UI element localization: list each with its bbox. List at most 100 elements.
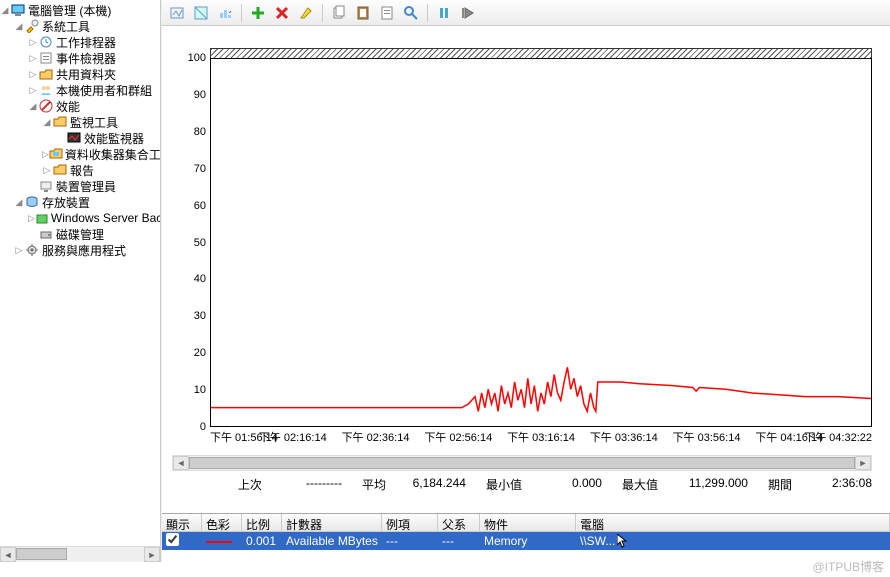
counter-row[interactable]: 0.001 Available MBytes --- --- Memory \\… [162, 532, 890, 550]
tree-device-manager[interactable]: 裝置管理員 [0, 178, 160, 194]
scroll-thumb[interactable] [189, 457, 855, 469]
counter-grid: 顯示 色彩 比例 計數器 例項 父系 物件 電腦 0.001 Available… [162, 513, 890, 562]
perf-icon [38, 98, 54, 114]
collapse-icon[interactable]: ▷ [28, 85, 38, 96]
stat-last-value: --------- [272, 476, 342, 493]
tree-local-users[interactable]: ▷本機使用者和群組 [0, 82, 160, 98]
y-tick: 10 [174, 384, 206, 396]
delete-counter-button[interactable] [271, 2, 293, 24]
y-tick: 20 [174, 347, 206, 359]
collapse-icon[interactable]: ▷ [28, 213, 35, 224]
counter-color-swatch [206, 541, 232, 543]
tree-dcs[interactable]: ▷資料收集器集合工具 [0, 146, 160, 162]
stat-min-label: 最小值 [486, 476, 522, 493]
stat-last-label: 上次 [238, 476, 262, 493]
tree-performance[interactable]: ◢效能 [0, 98, 160, 114]
collapse-icon[interactable]: ▷ [42, 149, 49, 160]
chart-header-hatch [210, 48, 872, 58]
monitor-icon [66, 130, 82, 146]
stats-row: 上次--------- 平均6,184.244 最小值0.000 最大值11,2… [210, 475, 872, 493]
paste-button[interactable] [352, 2, 374, 24]
services-icon [24, 242, 40, 258]
collapse-icon[interactable]: ▷ [28, 69, 38, 80]
tree-system-tools[interactable]: ◢系統工具 [0, 18, 160, 34]
col-parent[interactable]: 父系 [438, 514, 480, 531]
freeze-button[interactable] [433, 2, 455, 24]
chart-hscroll[interactable]: ◄ ► [172, 455, 872, 471]
report-icon [52, 162, 68, 178]
tree-panel: ◢電腦管理 (本機) ◢系統工具 ▷工作排程器 ▷事件檢視器 ▷共用資料夾 ▷本… [0, 0, 161, 562]
col-scale[interactable]: 比例 [242, 514, 282, 531]
view-log-button[interactable] [190, 2, 212, 24]
cell-scale: 0.001 [242, 534, 282, 548]
cell-computer: \\SW... [576, 534, 890, 549]
y-tick: 30 [174, 310, 206, 322]
view-current-button[interactable] [166, 2, 188, 24]
x-tick: 下午 02:36:14 [342, 429, 410, 445]
collapse-icon[interactable]: ▷ [14, 245, 24, 256]
stat-min-value: 0.000 [532, 476, 602, 493]
grid-header: 顯示 色彩 比例 計數器 例項 父系 物件 電腦 [162, 514, 890, 532]
folder-icon [52, 114, 68, 130]
x-tick: 下午 03:36:14 [590, 429, 658, 445]
tree-disk-mgmt[interactable]: 磁碟管理 [0, 226, 160, 242]
storage-icon [24, 194, 40, 210]
tree-reports[interactable]: ▷報告 [0, 162, 160, 178]
tree-monitoring-tools[interactable]: ◢監視工具 [0, 114, 160, 130]
expand-icon[interactable]: ◢ [28, 101, 38, 112]
tree-services-apps[interactable]: ▷服務與應用程式 [0, 242, 160, 258]
x-tick: 下午 03:16:14 [507, 429, 575, 445]
scroll-thumb[interactable] [16, 548, 67, 560]
folder-icon [49, 146, 63, 162]
highlight-button[interactable] [295, 2, 317, 24]
tree-hscroll[interactable]: ◄ ► [0, 546, 160, 562]
stat-avg-value: 6,184.244 [396, 476, 466, 493]
expand-icon[interactable]: ◢ [14, 21, 24, 32]
tree-perf-monitor[interactable]: 效能監視器 [0, 130, 160, 146]
tree-event-viewer[interactable]: ▷事件檢視器 [0, 50, 160, 66]
col-show[interactable]: 顯示 [162, 514, 202, 531]
expand-icon[interactable]: ◢ [42, 117, 52, 128]
scroll-right-icon[interactable]: ► [144, 547, 160, 562]
scroll-left-icon[interactable]: ◄ [0, 547, 16, 562]
device-icon [38, 178, 54, 194]
col-instance[interactable]: 例項 [382, 514, 438, 531]
scroll-right-icon[interactable]: ► [855, 456, 871, 470]
col-computer[interactable]: 電腦 [576, 514, 890, 531]
scroll-left-icon[interactable]: ◄ [173, 456, 189, 470]
cell-object: Memory [480, 534, 576, 548]
stat-dur-value: 2:36:08 [802, 476, 872, 493]
stat-avg-label: 平均 [362, 476, 386, 493]
add-counter-button[interactable] [247, 2, 269, 24]
tools-icon [24, 18, 40, 34]
expand-icon[interactable]: ◢ [14, 197, 24, 208]
cell-instance: --- [382, 534, 438, 548]
properties-button[interactable] [376, 2, 398, 24]
y-tick: 60 [174, 200, 206, 212]
collapse-icon[interactable]: ▷ [28, 37, 38, 48]
clock-icon [38, 34, 54, 50]
copy-button[interactable] [328, 2, 350, 24]
col-counter[interactable]: 計數器 [282, 514, 382, 531]
tree-root[interactable]: ◢電腦管理 (本機) [0, 2, 160, 18]
disk-icon [38, 226, 54, 242]
update-button[interactable] [457, 2, 479, 24]
x-tick: 下午 03:56:14 [673, 429, 741, 445]
y-tick: 50 [174, 237, 206, 249]
chart-canvas[interactable] [210, 58, 872, 427]
cell-counter: Available MBytes [282, 534, 382, 548]
tree-task-scheduler[interactable]: ▷工作排程器 [0, 34, 160, 50]
col-color[interactable]: 色彩 [202, 514, 242, 531]
collapse-icon[interactable]: ▷ [28, 53, 38, 64]
x-tick: 下午 02:56:14 [424, 429, 492, 445]
col-object[interactable]: 物件 [480, 514, 576, 531]
expand-icon[interactable]: ◢ [0, 5, 10, 16]
counter-show-checkbox[interactable] [166, 533, 179, 546]
zoom-button[interactable] [400, 2, 422, 24]
tree-shared-folders[interactable]: ▷共用資料夾 [0, 66, 160, 82]
tree-wsb[interactable]: ▷Windows Server Backu... [0, 210, 160, 226]
x-axis: 下午 01:56:14下午 02:16:14下午 02:36:14下午 02:5… [210, 429, 872, 449]
chart-type-button[interactable] [214, 2, 236, 24]
collapse-icon[interactable]: ▷ [42, 165, 52, 176]
tree-storage[interactable]: ◢存放裝置 [0, 194, 160, 210]
